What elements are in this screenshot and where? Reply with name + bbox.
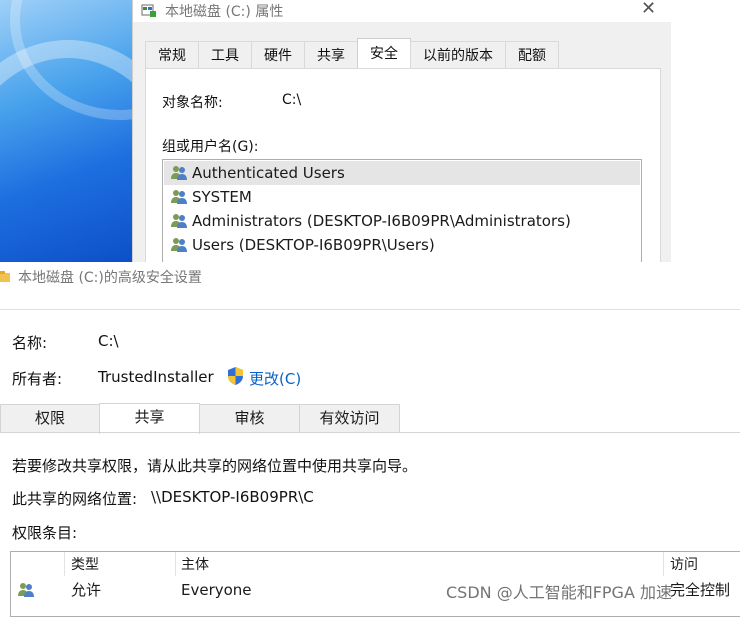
user-name: Users (DESKTOP-I6B09PR\Users) [192,236,435,254]
entry-principal: Everyone [181,581,252,599]
column-header-access[interactable]: 访问 [664,552,740,576]
network-path-label: 此共享的网络位置: [12,490,138,508]
tab-security[interactable]: 安全 [357,38,411,69]
advanced-tabs: 权限 共享 审核 有效访问 [0,403,740,434]
change-owner-link[interactable]: 更改(C) [249,368,301,389]
wallpaper [0,0,230,262]
tab-share[interactable]: 共享 [99,403,200,434]
background-window [670,0,740,262]
column-header-type[interactable]: 类型 [65,552,176,576]
close-icon[interactable]: ✕ [641,0,656,19]
permission-entries-label: 权限条目: [12,524,78,542]
drive-properties-icon [141,4,156,17]
properties-title: 本地磁盘 (C:) 属性 [165,4,284,20]
network-path-value: \\DESKTOP-I6B09PR\C [151,488,314,506]
user-name: Authenticated Users [192,164,345,182]
user-row-system[interactable]: SYSTEM [164,185,640,209]
user-group-icon [18,583,34,597]
title-divider [0,309,740,310]
tab-general[interactable]: 常规 [145,41,199,69]
folder-icon [0,271,10,282]
column-icon [11,552,65,576]
user-group-icon [171,190,187,204]
object-name-value: C:\ [282,92,302,108]
security-panel: 对象名称: C:\ 组或用户名(G): Authenticated Users … [145,68,661,271]
name-value: C:\ [98,332,119,350]
entry-access: 完全控制 [670,581,731,599]
owner-label: 所有者: [12,370,63,388]
properties-titlebar[interactable]: 本地磁盘 (C:) 属性 ✕ [133,0,671,22]
advanced-security-dialog: 本地磁盘 (C:)的高级安全设置 名称: C:\ 所有者: TrustedIns… [0,262,740,617]
advanced-titlebar[interactable]: 本地磁盘 (C:)的高级安全设置 [0,262,740,292]
tab-sharing[interactable]: 共享 [304,41,358,69]
tab-tools[interactable]: 工具 [198,41,252,69]
tab-auditing[interactable]: 审核 [199,404,300,432]
advanced-title: 本地磁盘 (C:)的高级安全设置 [18,270,202,286]
user-group-icon [171,214,187,228]
owner-value: TrustedInstaller [98,368,214,386]
csdn-watermark: CSDN @人工智能和FPGA 加速 [446,583,672,602]
user-name: Administrators (DESKTOP-I6B09PR\Administ… [192,212,571,230]
tab-permissions[interactable]: 权限 [0,404,100,432]
properties-tabs: 常规 工具 硬件 共享 安全 以前的版本 配额 [145,38,559,69]
user-name: SYSTEM [192,188,252,206]
tab-hardware[interactable]: 硬件 [251,41,305,69]
entry-type: 允许 [71,581,102,599]
object-name-label: 对象名称: [162,95,223,111]
share-info-text: 若要修改共享权限，请从此共享的网络位置中使用共享向导。 [12,457,418,475]
uac-shield-icon [228,367,243,385]
column-header-principal[interactable]: 主体 [175,552,664,576]
group-user-label: 组或用户名(G): [162,139,259,155]
user-row-users[interactable]: Users (DESKTOP-I6B09PR\Users) [164,233,640,257]
user-group-icon [171,166,187,180]
tab-effective-access[interactable]: 有效访问 [299,404,400,432]
tabs-divider [0,432,740,433]
user-group-icon [171,238,187,252]
user-row-authenticated-users[interactable]: Authenticated Users [164,161,640,185]
user-row-administrators[interactable]: Administrators (DESKTOP-I6B09PR\Administ… [164,209,640,233]
properties-dialog: 本地磁盘 (C:) 属性 ✕ 常规 工具 硬件 共享 安全 以前的版本 配额 对… [132,0,671,271]
tab-quota[interactable]: 配额 [505,41,559,69]
tab-previous-versions[interactable]: 以前的版本 [410,41,506,69]
user-list[interactable]: Authenticated Users SYSTEM Administrator… [162,159,642,271]
name-label: 名称: [12,334,48,352]
